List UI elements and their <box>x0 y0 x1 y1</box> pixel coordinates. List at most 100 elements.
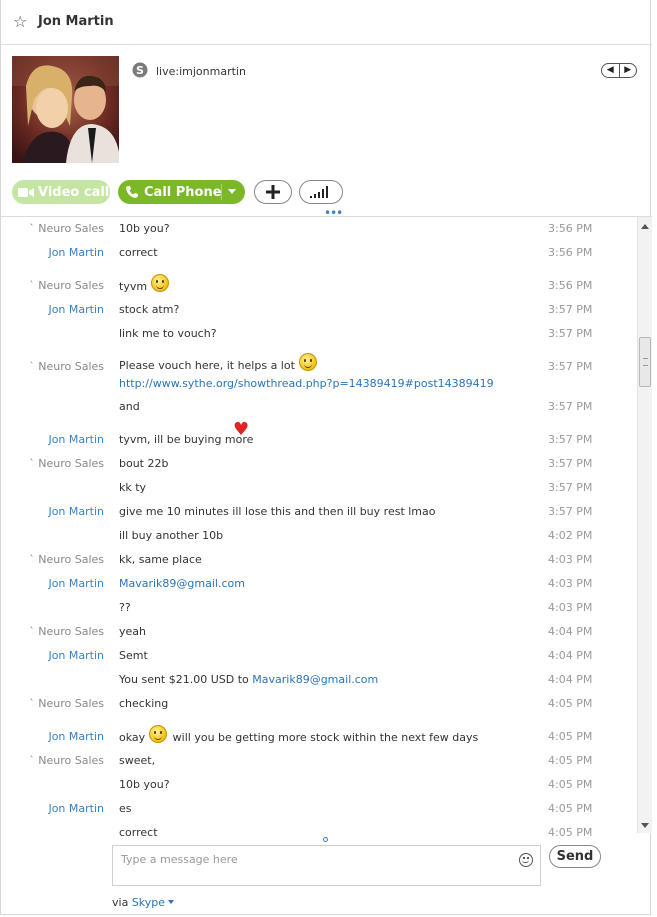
message-timestamp: 3:56 PM <box>548 279 593 292</box>
smiley-emoticon-icon <box>149 725 168 743</box>
chevron-left-icon[interactable]: ◀ <box>602 64 619 77</box>
message-row: 10b you? 4:05 PM <box>1 775 637 795</box>
message-timestamp: 4:05 PM <box>548 730 593 743</box>
message-text-content: okay <box>119 731 146 744</box>
profile-nav-arrows: ◀ ▶ <box>601 63 637 78</box>
signal-bars-icon <box>310 186 328 198</box>
message-text: tyvm, ill be buying more <box>119 433 253 446</box>
add-button[interactable] <box>254 180 292 204</box>
message-row: Jon Martin okay will you be getting more … <box>1 725 637 747</box>
message-sender[interactable]: Jon Martin <box>48 303 104 316</box>
emoticon-icon[interactable] <box>519 853 533 867</box>
message-text: You sent $21.00 USD to Mavarik89@gmail.c… <box>119 673 378 686</box>
scroll-thumb[interactable] <box>639 337 651 387</box>
message-timestamp: 4:05 PM <box>548 754 593 767</box>
message-text-content: 10b you? <box>119 778 170 791</box>
message-row: Jon Martin Semt 4:04 PM <box>1 646 637 666</box>
message-link[interactable]: Mavarik89@gmail.com <box>252 673 378 686</box>
message-timestamp: 3:57 PM <box>548 457 593 470</box>
message-timestamp: 4:05 PM <box>548 778 593 791</box>
message-text: Semt <box>119 649 148 662</box>
scroll-up-icon[interactable] <box>641 224 649 229</box>
message-text-content: and <box>119 400 140 413</box>
message-row: ` Neuro Sales sweet, 4:05 PM <box>1 751 637 771</box>
message-timestamp: 3:57 PM <box>548 505 593 518</box>
via-service-link[interactable]: Skype <box>132 896 175 909</box>
chat-window: ☆ Jon Martin S live:imjonmartin ◀ ▶ Vide… <box>0 0 652 915</box>
skype-logo-icon: S <box>132 62 148 78</box>
chevron-right-icon[interactable]: ▶ <box>618 64 637 77</box>
svg-text:S: S <box>136 64 144 77</box>
message-link[interactable]: http://www.sythe.org/showthread.php?p=14… <box>119 377 494 390</box>
avatar[interactable] <box>12 56 119 163</box>
scroll-down-icon[interactable] <box>641 823 649 828</box>
message-timestamp: 4:03 PM <box>548 577 593 590</box>
message-row: link me to vouch? 3:57 PM <box>1 324 637 344</box>
message-sender[interactable]: Jon Martin <box>48 802 104 815</box>
message-sender[interactable]: ` Neuro Sales <box>29 457 104 470</box>
message-sender[interactable]: Jon Martin <box>48 246 104 259</box>
message-text-content: correct <box>119 246 158 259</box>
message-sender[interactable]: ` Neuro Sales <box>29 697 104 710</box>
message-sender[interactable]: Jon Martin <box>48 577 104 590</box>
message-timestamp: 4:03 PM <box>548 553 593 566</box>
title-bar: ☆ Jon Martin <box>1 0 652 45</box>
message-text: checking <box>119 697 168 710</box>
message-text: ?? <box>119 601 131 614</box>
message-link[interactable]: Mavarik89@gmail.com <box>119 577 245 590</box>
resize-handle[interactable] <box>323 837 328 842</box>
message-input[interactable]: Type a message here <box>112 845 541 886</box>
message-timestamp: 3:57 PM <box>548 433 593 446</box>
message-sender[interactable]: ` Neuro Sales <box>29 279 104 292</box>
message-sender[interactable]: Jon Martin <box>48 730 104 743</box>
message-sender[interactable]: ` Neuro Sales <box>29 625 104 638</box>
message-text: okay will you be getting more stock with… <box>119 725 478 744</box>
message-row: correct 4:05 PM <box>1 823 637 843</box>
message-text-content: es <box>119 802 132 815</box>
message-row: kk ty 3:57 PM <box>1 478 637 498</box>
message-row: ` Neuro Sales yeah 4:04 PM <box>1 622 637 642</box>
message-text-content: will you be getting more stock within th… <box>169 731 479 744</box>
message-sender[interactable]: ` Neuro Sales <box>29 360 104 373</box>
message-text: 10b you? <box>119 778 170 791</box>
message-text: link me to vouch? <box>119 327 217 340</box>
via-prefix: via <box>112 896 129 909</box>
message-timestamp: 4:02 PM <box>548 529 593 542</box>
message-row: Jon Martin give me 10 minutes ill lose th… <box>1 502 637 522</box>
message-text-content: checking <box>119 697 169 710</box>
message-sender[interactable]: Jon Martin <box>48 433 104 446</box>
message-timestamp: 4:05 PM <box>548 826 593 839</box>
more-icon[interactable]: ••• <box>324 206 343 220</box>
message-text-content: kk ty <box>119 481 147 494</box>
message-text-content: You sent $21.00 USD to <box>119 673 249 686</box>
message-timestamp: 3:57 PM <box>548 481 593 494</box>
send-button[interactable]: Send <box>549 845 601 868</box>
message-sender[interactable]: Jon Martin <box>48 505 104 518</box>
message-row: ` Neuro Sales bout 22b 3:57 PM <box>1 454 637 474</box>
message-timestamp: 3:56 PM <box>548 246 593 259</box>
message-timestamp: 3:57 PM <box>548 327 593 340</box>
smiley-emoticon-icon <box>151 274 170 292</box>
message-sender[interactable]: ` Neuro Sales <box>29 553 104 566</box>
favorite-star-icon[interactable]: ☆ <box>13 12 27 31</box>
message-text-content: kk, same place <box>119 553 202 566</box>
message-sender[interactable]: Jon Martin <box>48 649 104 662</box>
message-text-content: ?? <box>119 601 131 614</box>
video-call-button[interactable]: Video call <box>12 180 110 204</box>
message-sender[interactable]: ` Neuro Sales <box>29 222 104 235</box>
message-row: Jon Martin correct 3:56 PM <box>1 243 637 263</box>
message-text-content: 10b you? <box>119 222 170 235</box>
message-sender[interactable]: ` Neuro Sales <box>29 754 104 767</box>
chevron-down-icon[interactable] <box>228 189 236 194</box>
message-timestamp: 4:04 PM <box>548 673 593 686</box>
skype-id: live:imjonmartin <box>156 65 246 78</box>
call-phone-label: Call Phone <box>144 184 222 200</box>
call-phone-button[interactable]: Call Phone <box>118 180 245 204</box>
message-timestamp: 4:04 PM <box>548 649 593 662</box>
scrollbar[interactable] <box>637 217 652 833</box>
message-text-content: correct <box>119 826 158 839</box>
message-text-content: Semt <box>119 649 148 662</box>
call-quality-button[interactable] <box>299 180 343 204</box>
message-row: Jon Martin Mavarik89@gmail.com 4:03 PM <box>1 574 637 594</box>
message-text: bout 22b <box>119 457 168 470</box>
